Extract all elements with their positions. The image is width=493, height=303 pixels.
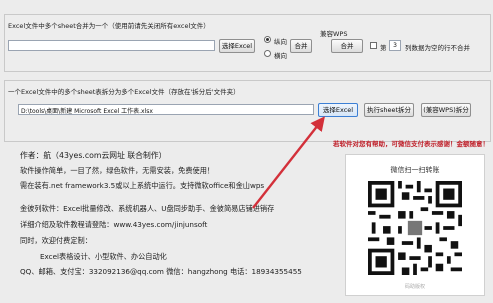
info-line-4: 金彼列软件：Excel批量修改、系统机器人、U盘同步助手、金彼简易店铺进销存 — [20, 204, 275, 213]
vertical-radio-label: 纵向 — [274, 38, 287, 46]
wps-compat-label: 兼容WPS — [320, 30, 348, 38]
author-text: 作者：航（43yes.com云网址 联合制作） — [20, 151, 167, 160]
info-line-2: 软件操作简单，一目了然，绿色软件，无需安装，免费使用！ — [20, 166, 215, 175]
info-line-6: 同时，欢迎付费定制： — [20, 236, 92, 245]
merge-button[interactable]: 合并 — [290, 39, 312, 53]
qr-title: 微信扫一扫转账 — [390, 166, 440, 174]
split-select-excel-button[interactable]: 选择Excel — [318, 103, 358, 117]
wps-split-button[interactable]: (兼容WPS)拆分 — [421, 103, 471, 117]
run-split-button[interactable]: 执行sheet拆分 — [364, 103, 414, 117]
first-label: 第 — [380, 44, 387, 52]
info-line-3: 需在装有.net framework3.5或以上系统中运行。支持微软office… — [20, 181, 265, 190]
merge-select-excel-button[interactable]: 选择Excel — [219, 39, 255, 53]
horizontal-radio-label: 横向 — [274, 52, 287, 60]
rows-input[interactable]: 3 — [389, 40, 401, 51]
info-line-7: Excel表格设计、小型软件、办公自动化 — [40, 252, 167, 261]
qr-footer: 码助版权 — [404, 284, 425, 290]
wechat-qr-card: 微信扫一扫转账 码助版权 — [345, 154, 485, 296]
qr-code-icon — [368, 181, 462, 275]
split-path-input[interactable]: D:\tools\桌面\新建 Microsoft Excel 工作表.xlsx — [18, 104, 314, 115]
skip-empty-checkbox[interactable] — [370, 42, 377, 49]
merge-section-label: Excel文件中多个sheet合并为一个（使用前请先关闭所有excel文件） — [8, 22, 210, 30]
wps-merge-button[interactable]: 合并 — [331, 39, 363, 53]
rows-suffix-label: 列数据为空的行不合并 — [405, 44, 470, 52]
info-line-8: QQ、邮箱、支付宝：332092136@qq.com 微信：hangzhong … — [20, 267, 302, 276]
vertical-radio[interactable] — [264, 36, 271, 43]
merge-path-input[interactable] — [8, 40, 215, 51]
split-section-label: 一个Excel文件中的多个sheet表拆分为多个Excel文件（存放在'拆分后'… — [8, 88, 240, 96]
donate-text: 若软件对您有帮助，可微信支付表示感谢！金额随意！ — [333, 140, 489, 148]
info-line-5: 详细介绍及软件教程请登陆：www.43yes.com/jinjunsoft — [20, 220, 208, 229]
horizontal-radio[interactable] — [264, 50, 271, 57]
